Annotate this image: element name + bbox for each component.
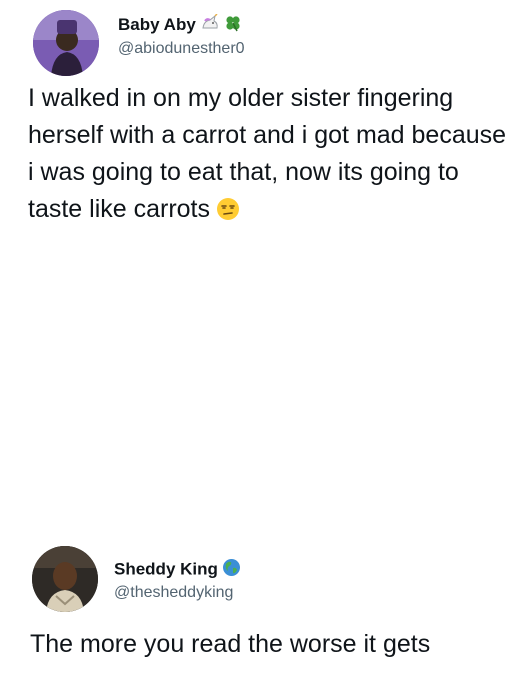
tweet-body: I walked in on my older sister fingering… — [28, 80, 518, 228]
tweet-text: I walked in on my older sister fingering… — [28, 84, 507, 223]
display-name-text[interactable]: Baby Aby — [118, 15, 196, 34]
display-name[interactable]: Baby Aby — [118, 13, 242, 37]
tweet-text: The more you read the worse it gets — [30, 630, 431, 658]
display-name[interactable]: Sheddy King — [114, 558, 241, 582]
avatar[interactable] — [32, 546, 98, 612]
unicorn-icon — [200, 13, 220, 37]
unamused-face-icon — [216, 195, 240, 220]
four-leaf-clover-icon — [224, 14, 242, 37]
display-name-text[interactable]: Sheddy King — [114, 559, 218, 578]
user-handle[interactable]: @thesheddyking — [114, 584, 233, 602]
globe-icon — [222, 558, 241, 582]
avatar[interactable] — [33, 10, 99, 76]
user-handle[interactable]: @abiodunesther0 — [118, 40, 245, 58]
